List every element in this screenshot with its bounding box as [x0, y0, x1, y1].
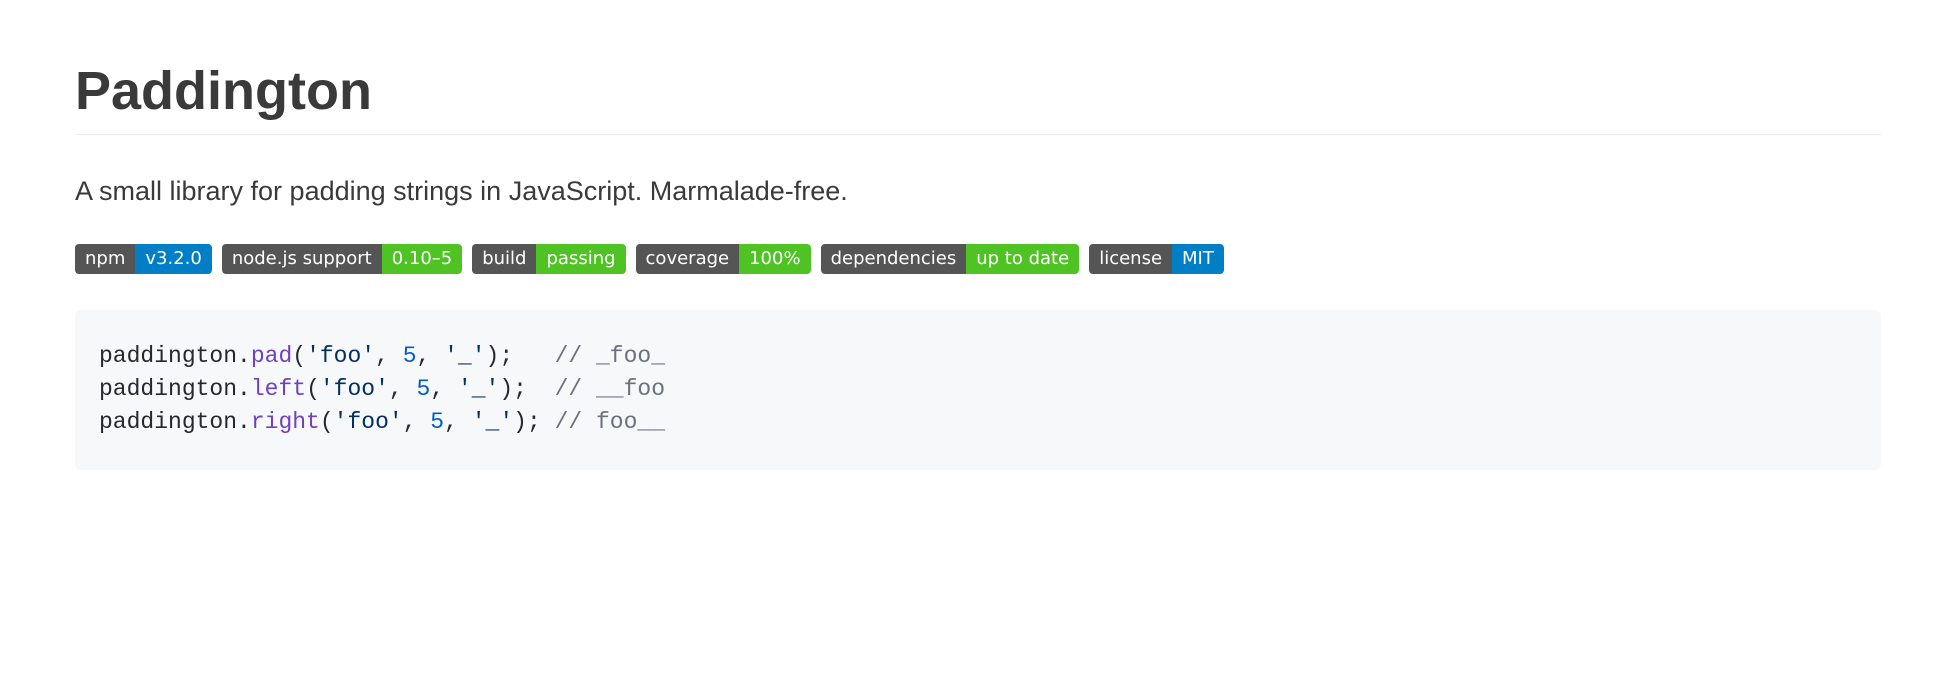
- description: A small library for padding strings in J…: [75, 171, 1881, 212]
- code-token-number: 5: [430, 409, 444, 435]
- badge-label: coverage: [636, 244, 740, 274]
- code-token-dot: .: [237, 343, 251, 369]
- code-token-paren: (: [292, 343, 306, 369]
- code-token-comment: // foo__: [555, 409, 665, 435]
- code-token-comma: ,: [389, 376, 417, 402]
- code-token-semi: ;: [513, 376, 527, 402]
- badge-value: MIT: [1172, 244, 1224, 274]
- badge-value: v3.2.0: [135, 244, 211, 274]
- badge-dependencies[interactable]: dependenciesup to date: [821, 244, 1080, 274]
- badge-value: 0.10–5: [382, 244, 463, 274]
- code-token-paren: (: [306, 376, 320, 402]
- code-line: paddington.pad('foo', 5, '_'); // _foo_: [99, 340, 1857, 373]
- code-token-semi: ;: [527, 409, 541, 435]
- code-token-comma: ,: [430, 376, 458, 402]
- code-token-method: right: [251, 409, 320, 435]
- code-token-method: left: [251, 376, 306, 402]
- badge-label: build: [472, 244, 536, 274]
- badge-value: 100%: [739, 244, 810, 274]
- page-title: Paddington: [75, 60, 1881, 135]
- code-token-space: [513, 343, 554, 369]
- code-token-comment: // _foo_: [555, 343, 665, 369]
- code-token-number: 5: [403, 343, 417, 369]
- code-token-obj: paddington: [99, 376, 237, 402]
- badge-label: license: [1089, 244, 1172, 274]
- code-token-obj: paddington: [99, 343, 237, 369]
- code-token-space: [541, 409, 555, 435]
- badge-node-js-support[interactable]: node.js support0.10–5: [222, 244, 462, 274]
- badge-coverage[interactable]: coverage100%: [636, 244, 811, 274]
- code-token-paren: (: [320, 409, 334, 435]
- code-token-comma: ,: [403, 409, 431, 435]
- code-line: paddington.left('foo', 5, '_'); // __foo: [99, 373, 1857, 406]
- code-token-dot: .: [237, 376, 251, 402]
- badge-label: npm: [75, 244, 135, 274]
- code-token-comma: ,: [444, 409, 472, 435]
- code-example: paddington.pad('foo', 5, '_'); // _foo_p…: [75, 310, 1881, 470]
- badge-value: up to date: [966, 244, 1079, 274]
- code-token-space: [527, 376, 555, 402]
- code-token-method: pad: [251, 343, 292, 369]
- code-token-string: '_': [472, 409, 513, 435]
- code-token-string: '_': [444, 343, 485, 369]
- code-token-paren: ): [499, 376, 513, 402]
- badge-license[interactable]: licenseMIT: [1089, 244, 1224, 274]
- badge-label: dependencies: [821, 244, 967, 274]
- code-token-comma: ,: [417, 343, 445, 369]
- code-token-number: 5: [417, 376, 431, 402]
- code-token-semi: ;: [499, 343, 513, 369]
- code-token-paren: ): [486, 343, 500, 369]
- code-token-string: 'foo': [320, 376, 389, 402]
- code-token-dot: .: [237, 409, 251, 435]
- code-token-string: 'foo': [306, 343, 375, 369]
- code-token-comma: ,: [375, 343, 403, 369]
- code-token-string: 'foo': [334, 409, 403, 435]
- badge-build[interactable]: buildpassing: [472, 244, 625, 274]
- code-token-string: '_': [458, 376, 499, 402]
- code-token-comment: // __foo: [555, 376, 665, 402]
- code-line: paddington.right('foo', 5, '_'); // foo_…: [99, 406, 1857, 439]
- code-token-paren: ): [513, 409, 527, 435]
- code-token-obj: paddington: [99, 409, 237, 435]
- badge-value: passing: [536, 244, 625, 274]
- badge-label: node.js support: [222, 244, 382, 274]
- badges-row: npmv3.2.0 node.js support0.10–5 buildpassi…: [75, 244, 1881, 274]
- badge-npm[interactable]: npmv3.2.0: [75, 244, 212, 274]
